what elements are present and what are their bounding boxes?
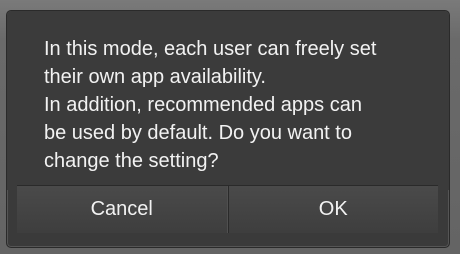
dialog-message: In this mode, each user can freely set t… — [7, 11, 449, 190]
cancel-button[interactable]: Cancel — [17, 186, 228, 233]
message-line: In addition, recommended apps can — [44, 94, 362, 116]
message-line: be used by default. Do you want to — [44, 122, 352, 144]
message-line: their own app availability. — [44, 66, 266, 88]
message-line: change the setting? — [44, 150, 219, 172]
message-line: In this mode, each user can freely set — [44, 38, 377, 60]
dialog-button-row: Cancel OK — [17, 185, 438, 233]
ok-button[interactable]: OK — [227, 186, 438, 233]
